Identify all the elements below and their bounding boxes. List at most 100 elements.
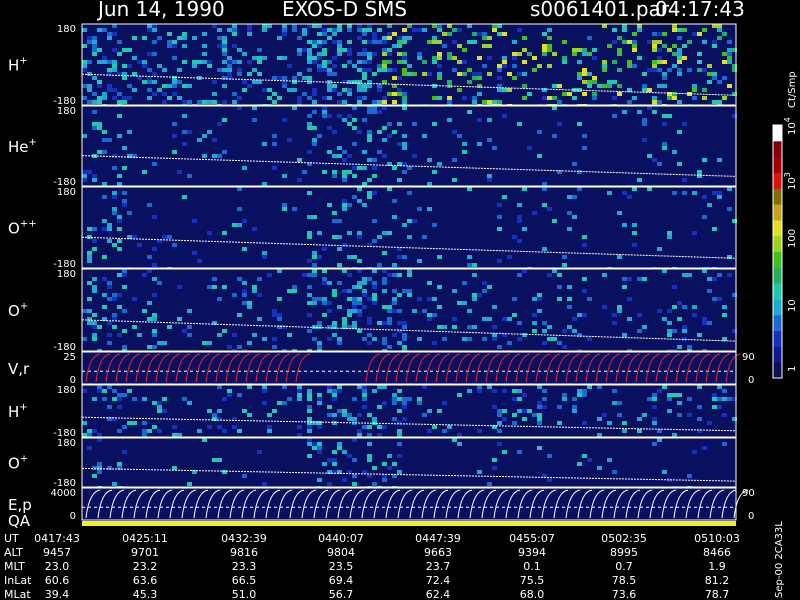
spectrogram-cell bbox=[327, 389, 332, 393]
spectrogram-cell bbox=[257, 277, 262, 281]
spectrogram-cell bbox=[277, 313, 282, 317]
spectrogram-cell bbox=[112, 389, 117, 393]
spectrogram-cell bbox=[197, 259, 202, 263]
spectrogram-cell bbox=[602, 273, 607, 277]
spectrogram-cell bbox=[542, 187, 547, 191]
spectrogram-cell bbox=[337, 44, 342, 48]
spectrogram-cell bbox=[487, 36, 492, 40]
spectrogram-cell bbox=[622, 24, 627, 28]
spectrogram-cell bbox=[542, 389, 547, 393]
spectrogram-cell bbox=[607, 458, 612, 462]
spectrogram-cell bbox=[187, 401, 192, 405]
spectrogram-cell bbox=[382, 401, 387, 405]
spectrogram-cell bbox=[337, 305, 342, 309]
spectrogram-cell bbox=[437, 52, 442, 56]
spectrogram-cell bbox=[402, 134, 407, 138]
spectrogram-cell bbox=[357, 301, 362, 305]
spectrogram-cell bbox=[142, 433, 147, 437]
spectrogram-cell bbox=[577, 122, 582, 126]
spectrogram-cell bbox=[232, 92, 237, 96]
spectrogram-cell bbox=[367, 110, 372, 114]
spectrogram-cell bbox=[472, 40, 477, 44]
spectrogram-cell bbox=[262, 88, 267, 92]
spectrogram-cell bbox=[112, 60, 117, 64]
spectrogram-cell bbox=[552, 337, 557, 341]
spectrogram-cell bbox=[157, 64, 162, 68]
spectrogram-cell bbox=[342, 48, 347, 52]
spectrogram-cell bbox=[342, 413, 347, 417]
spectrogram-cell bbox=[212, 285, 217, 289]
spectrogram-cell bbox=[522, 60, 527, 64]
spectrogram-cell bbox=[472, 297, 477, 301]
spectrogram-cell bbox=[92, 76, 97, 80]
spectrogram-cell bbox=[152, 333, 157, 337]
spectrogram-cell bbox=[417, 56, 422, 60]
spectrogram-cell bbox=[627, 60, 632, 64]
spectrogram-cell bbox=[487, 385, 492, 389]
spectrogram-cell bbox=[387, 273, 392, 277]
spectrogram-cell bbox=[487, 317, 492, 321]
spectrogram-cell bbox=[142, 64, 147, 68]
spectrogram-cell bbox=[222, 231, 227, 235]
spectrogram-cell bbox=[727, 60, 732, 64]
spectrogram-cell bbox=[402, 56, 407, 60]
spectrogram-cell bbox=[607, 421, 612, 425]
spectrogram-cell bbox=[157, 401, 162, 405]
spectrogram-cell bbox=[92, 289, 97, 293]
spectrogram-cell bbox=[612, 470, 617, 474]
spectrogram-cell bbox=[492, 146, 497, 150]
spectrogram-cell bbox=[452, 317, 457, 321]
spectrogram-cell bbox=[142, 60, 147, 64]
spectrogram-cell bbox=[192, 60, 197, 64]
spectrogram-cell bbox=[142, 429, 147, 433]
spectrogram-cell bbox=[362, 337, 367, 341]
spectrogram-cell bbox=[672, 28, 677, 32]
colorbar-tick-label: 100 bbox=[787, 229, 798, 248]
spectrogram-cell bbox=[407, 219, 412, 223]
spectrogram-cell bbox=[92, 126, 97, 130]
spectrogram-cell bbox=[497, 68, 502, 72]
spectrogram-cell bbox=[522, 227, 527, 231]
spectrogram-cell bbox=[467, 263, 472, 267]
spectrogram-cell bbox=[437, 76, 442, 80]
colorbar-swatch bbox=[773, 188, 782, 205]
spectrogram-cell bbox=[717, 100, 722, 104]
spectrogram-cell bbox=[152, 40, 157, 44]
spectrogram-cell bbox=[112, 293, 117, 297]
spectrogram-cell bbox=[252, 333, 257, 337]
spectrogram-cell bbox=[362, 389, 367, 393]
spectrogram-cell bbox=[112, 195, 117, 199]
spectrogram-cell bbox=[512, 389, 517, 393]
spectrogram-cell bbox=[562, 397, 567, 401]
spectrogram-cell bbox=[362, 293, 367, 297]
spectrogram-cell bbox=[202, 134, 207, 138]
spectrogram-cell bbox=[107, 297, 112, 301]
spectrogram-cell bbox=[262, 251, 267, 255]
table-cell: 23.0 bbox=[45, 560, 70, 573]
spectrogram-cell bbox=[572, 409, 577, 413]
spectrogram-cell bbox=[642, 88, 647, 92]
spectrogram-cell bbox=[357, 281, 362, 285]
spectrogram-cell bbox=[292, 106, 297, 110]
spectrogram-cell bbox=[597, 433, 602, 437]
spectrogram-cell bbox=[532, 313, 537, 317]
spectrogram-cell bbox=[377, 84, 382, 88]
spectrogram-cell bbox=[547, 207, 552, 211]
spectrogram-cell bbox=[387, 231, 392, 235]
spectrogram-cell bbox=[267, 96, 272, 100]
spectrogram-cell bbox=[682, 329, 687, 333]
spectrogram-cell bbox=[657, 60, 662, 64]
spectrogram-cell bbox=[107, 60, 112, 64]
spectrogram-cell bbox=[362, 405, 367, 409]
spectrogram-cell bbox=[477, 385, 482, 389]
spectrogram-cell bbox=[122, 285, 127, 289]
spectrogram-cell bbox=[292, 88, 297, 92]
spectrogram-cell bbox=[562, 60, 567, 64]
spectrogram-cell bbox=[512, 297, 517, 301]
spectrogram-cell bbox=[262, 24, 267, 28]
right-max-label: 90 bbox=[742, 488, 755, 499]
spectrogram-cell bbox=[317, 32, 322, 36]
spectrogram-cell bbox=[312, 126, 317, 130]
spectrogram-cell bbox=[612, 321, 617, 325]
spectrogram-cell bbox=[177, 170, 182, 174]
